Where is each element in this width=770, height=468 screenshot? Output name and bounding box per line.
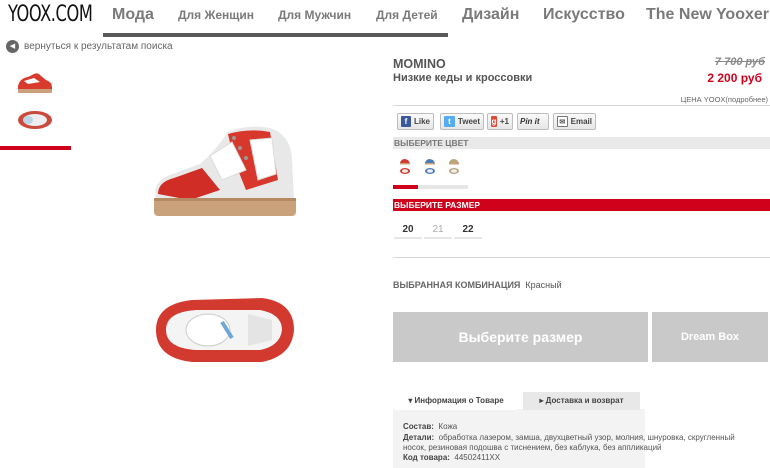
product-code-label: Код товара: (403, 453, 450, 462)
pinterest-label: Pin it (520, 117, 540, 126)
twitter-icon: t (444, 116, 455, 127)
nav-design[interactable]: Дизайн (462, 0, 519, 32)
details-value-line-1: обработка лазером, замша, двухцветный уз… (438, 433, 735, 442)
selected-combination: ВЫБРАННАЯ КОМБИНАЦИЯ Красный (393, 280, 562, 290)
top-navigation: YOOX.COM Мода Для Женщин Для Мужчин Для … (0, 0, 770, 32)
product-code-row: Код товара: 44502411XX (403, 453, 500, 463)
facebook-icon: f (401, 116, 411, 127)
divider (393, 105, 770, 106)
envelope-icon: ✉ (557, 116, 568, 127)
email-share-button[interactable]: ✉ Email (553, 113, 596, 130)
nav-active-indicator (103, 33, 448, 37)
product-image-side[interactable] (150, 120, 300, 220)
swatch-selected-indicator (393, 185, 418, 189)
yoox-logo[interactable]: YOOX.COM (8, 2, 93, 27)
combination-label: ВЫБРАННАЯ КОМБИНАЦИЯ (393, 280, 521, 290)
thumbnail-top-view[interactable] (14, 106, 56, 136)
pinterest-button[interactable]: Pin it (517, 113, 549, 130)
nav-women[interactable]: Для Женщин (178, 0, 254, 32)
select-size-button[interactable]: Выберите размер (393, 312, 648, 362)
nav-art[interactable]: Искусство (543, 0, 625, 32)
size-option-22[interactable]: 22 (454, 221, 482, 239)
thumbnail-side-view[interactable] (14, 68, 56, 98)
product-image-top[interactable] (152, 290, 297, 370)
size-option-21: 21 (424, 221, 452, 239)
size-section-title: ВЫБЕРИТЕ РАЗМЕР (393, 199, 770, 211)
arrow-left-icon: ◀ (6, 39, 19, 53)
combination-value: Красный (525, 280, 562, 290)
back-link-label: вернуться к результатам поиска (24, 40, 173, 52)
old-price: 7 700 руб (714, 56, 765, 68)
details-row-continued: носок, резиновая подошва с тиснением, бе… (403, 443, 662, 453)
color-swatch-blue[interactable] (423, 155, 437, 177)
details-value-line-2: носок, резиновая подошва с тиснением, бе… (403, 443, 662, 452)
nav-kids[interactable]: Для Детей (376, 0, 438, 32)
tab-product-info[interactable]: ▾ Информация о Товаре (395, 392, 517, 410)
details-row: Детали: обработка лазером, замша, двухцв… (403, 433, 735, 443)
divider (393, 257, 770, 258)
product-type: Низкие кеды и кроссовки (393, 72, 533, 84)
color-section-title: ВЫБЕРИТЕ ЦВЕТ (393, 137, 770, 149)
composition-row: Состав: Кожа (403, 422, 457, 432)
composition-label: Состав: (403, 422, 434, 431)
details-label: Детали: (403, 433, 435, 442)
composition-value: Кожа (438, 422, 458, 431)
google-plus-icon: g (491, 116, 497, 127)
product-brand[interactable]: MOMINO (393, 57, 446, 71)
tab-delivery-returns[interactable]: ▸ Доставка и возврат (523, 392, 640, 410)
nav-men[interactable]: Для Мужчин (278, 0, 351, 32)
size-option-20[interactable]: 20 (394, 221, 422, 239)
thumbnail-selected-indicator (0, 146, 71, 150)
product-code-value: 44502411XX (454, 453, 501, 462)
color-swatch-red[interactable] (398, 155, 412, 177)
back-to-results-link[interactable]: ◀ вернуться к результатам поиска (6, 39, 173, 53)
new-price: 2 200 руб (707, 71, 762, 85)
nav-fashion[interactable]: Мода (112, 0, 154, 32)
google-plusone-button[interactable]: g +1 (487, 113, 513, 130)
tweet-button[interactable]: t Tweet (440, 113, 484, 130)
dream-box-button[interactable]: Dream Box (652, 312, 768, 362)
nav-new-yooxer[interactable]: The New Yooxer (646, 0, 769, 32)
color-swatch-beige[interactable] (447, 155, 461, 177)
yoox-price-link[interactable]: ЦЕНА YOOX(подробнее) (681, 95, 768, 104)
facebook-like-button[interactable]: f Like (397, 113, 434, 130)
